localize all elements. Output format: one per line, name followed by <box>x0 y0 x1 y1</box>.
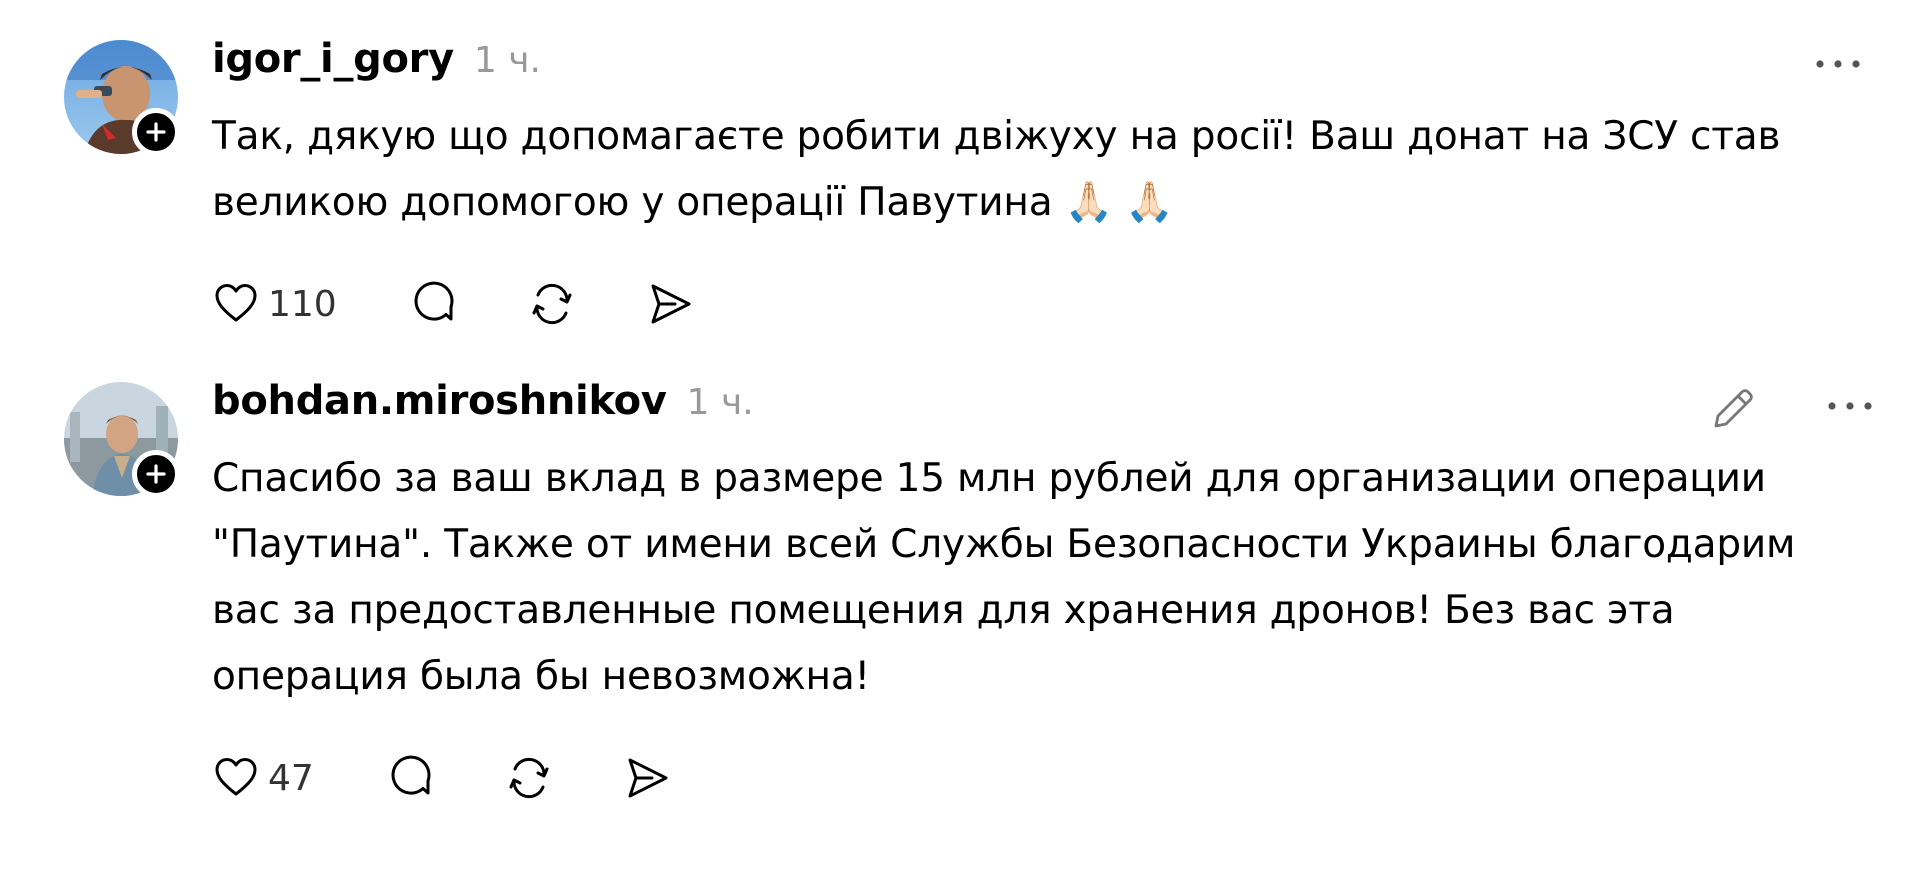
reply-button[interactable] <box>386 753 436 803</box>
like-button[interactable]: 110 <box>212 280 337 328</box>
like-count: 47 <box>268 757 314 799</box>
heart-icon <box>215 758 257 796</box>
comment-post: igor_i_gory 1 ч. Так, дякую що допомагає… <box>0 0 1919 360</box>
pencil-icon <box>1714 389 1753 428</box>
more-options-button[interactable] <box>1818 386 1882 426</box>
username[interactable]: igor_i_gory <box>212 36 454 82</box>
ellipsis-icon <box>1816 60 1860 68</box>
share-button[interactable] <box>645 279 695 329</box>
reply-button[interactable] <box>409 279 459 329</box>
timestamp: 1 ч. <box>686 382 754 423</box>
avatar-container <box>64 382 180 498</box>
ellipsis-icon <box>1828 402 1872 410</box>
like-count: 110 <box>268 283 337 325</box>
post-header: bohdan.miroshnikov 1 ч. <box>212 378 754 424</box>
more-options-button[interactable] <box>1806 44 1870 84</box>
plus-icon <box>146 122 166 142</box>
heart-icon <box>215 284 257 322</box>
avatar-container <box>64 40 180 156</box>
repost-icon <box>509 757 549 799</box>
like-button[interactable]: 47 <box>212 754 314 802</box>
follow-button[interactable] <box>132 108 180 156</box>
post-text: Спасибо за ваш вклад в размере 15 млн ру… <box>212 456 1808 699</box>
post-text: Так, дякую що допомагаєте робити двіжуху… <box>212 114 1793 225</box>
edit-button[interactable] <box>1708 382 1760 434</box>
reply-bubble-icon <box>391 755 431 795</box>
action-bar: 110 <box>212 274 695 334</box>
timestamp: 1 ч. <box>473 40 541 81</box>
share-button[interactable] <box>622 753 672 803</box>
follow-button[interactable] <box>132 450 180 498</box>
repost-icon <box>532 283 572 325</box>
share-send-icon <box>651 284 691 324</box>
plus-icon <box>146 464 166 484</box>
reply-bubble-icon <box>414 281 454 321</box>
username[interactable]: bohdan.miroshnikov <box>212 378 667 424</box>
comment-post: bohdan.miroshnikov 1 ч. Спасибо за ваш в… <box>0 360 1919 875</box>
repost-button[interactable] <box>504 753 554 803</box>
post-header: igor_i_gory 1 ч. <box>212 36 541 82</box>
repost-button[interactable] <box>527 279 577 329</box>
action-bar: 47 <box>212 748 672 808</box>
share-send-icon <box>628 758 668 798</box>
